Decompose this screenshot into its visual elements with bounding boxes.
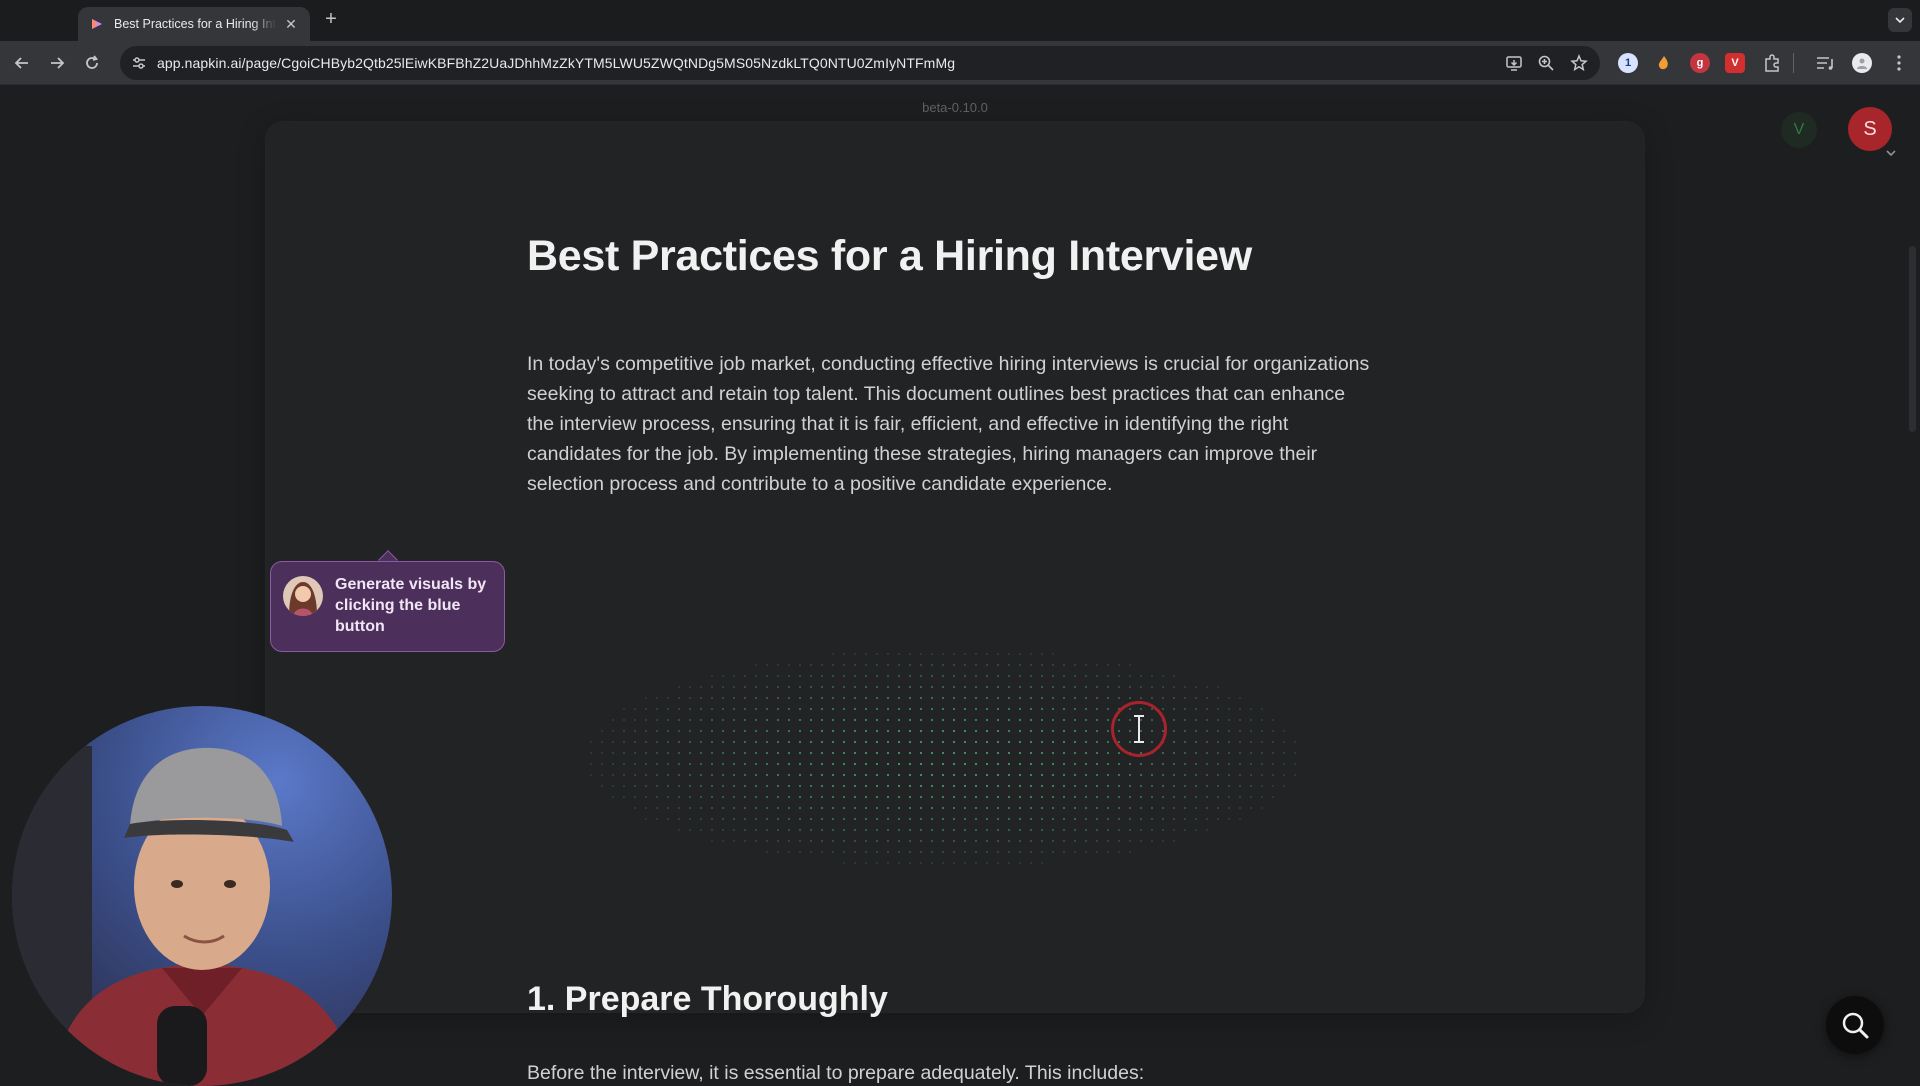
tab-search-button[interactable] <box>1888 8 1912 32</box>
new-tab-button[interactable]: + <box>320 9 342 31</box>
webcam-overlay <box>12 706 392 1086</box>
reload-button[interactable] <box>80 51 104 75</box>
reload-icon <box>86 55 99 69</box>
tab-title: Best Practices for a Hiring Interview <box>114 17 276 31</box>
password-manager-icon[interactable]: 1 <box>1618 53 1638 73</box>
url-text: app.napkin.ai/page/CgoiCHByb2Qtb25lEiwKB… <box>157 55 956 71</box>
visual-placeholder[interactable] <box>585 648 1305 868</box>
tab-close-icon[interactable]: ✕ <box>282 15 300 33</box>
forward-button[interactable] <box>45 51 69 75</box>
menu-icon[interactable] <box>1887 51 1911 75</box>
site-info-icon[interactable] <box>130 54 148 72</box>
document-title[interactable]: Best Practices for a Hiring Interview <box>527 232 1252 281</box>
user-avatar[interactable]: S <box>1848 107 1892 151</box>
vivaldi-extension-icon[interactable]: V <box>1725 53 1745 73</box>
back-icon <box>14 57 28 69</box>
address-bar[interactable]: app.napkin.ai/page/CgoiCHByb2Qtb25lEiwKB… <box>120 46 1600 80</box>
onboarding-tooltip[interactable]: Generate visuals by clicking the blue bu… <box>270 561 505 652</box>
grammarly-extension-icon[interactable]: g <box>1690 53 1710 73</box>
profile-icon[interactable] <box>1852 53 1872 73</box>
back-button[interactable] <box>10 51 34 75</box>
zoom-icon[interactable] <box>1537 54 1555 72</box>
text-cursor-icon <box>1134 715 1144 743</box>
browser-tab[interactable]: Best Practices for a Hiring Interview ✕ <box>78 7 310 41</box>
collaborator-avatar[interactable]: V <box>1781 112 1817 148</box>
tooltip-text: Generate visuals by clicking the blue bu… <box>335 576 487 635</box>
forward-icon <box>51 57 65 69</box>
toolbar-divider <box>1793 53 1794 73</box>
browser-toolbar: app.napkin.ai/page/CgoiCHByb2Qtb25lEiwKB… <box>0 41 1920 85</box>
chevron-down-icon <box>1895 17 1905 24</box>
assistant-avatar <box>283 576 323 616</box>
extension-flame-icon[interactable] <box>1654 53 1674 73</box>
install-app-icon[interactable] <box>1505 54 1523 72</box>
bookmark-star-icon[interactable] <box>1570 54 1588 72</box>
media-controls-icon[interactable] <box>1813 51 1837 75</box>
section-paragraph[interactable]: Before the interview, it is essential to… <box>527 1062 1144 1085</box>
chevron-down-icon[interactable] <box>1884 146 1898 160</box>
version-label: beta-0.10.0 <box>922 100 988 115</box>
extensions-icon[interactable] <box>1760 51 1784 75</box>
napkin-favicon-icon <box>92 19 102 29</box>
scrollbar-thumb[interactable] <box>1909 246 1916 432</box>
search-icon <box>1842 1012 1869 1039</box>
browser-tab-bar: Best Practices for a Hiring Interview ✕ … <box>0 0 1920 41</box>
search-button[interactable] <box>1826 996 1884 1054</box>
intro-paragraph[interactable]: In today's competitive job market, condu… <box>527 349 1377 499</box>
section-heading[interactable]: 1. Prepare Thoroughly <box>527 980 888 1019</box>
